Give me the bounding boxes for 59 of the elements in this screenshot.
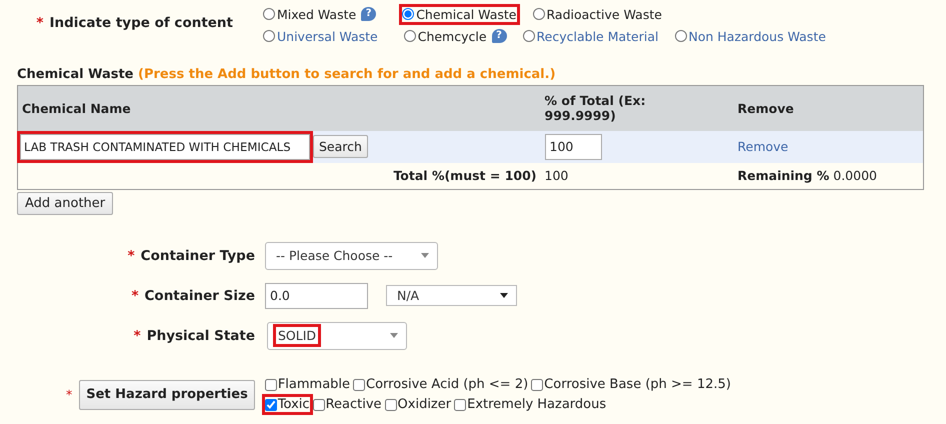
checkbox-label[interactable]: Reactive bbox=[326, 397, 382, 412]
checkbox[interactable] bbox=[264, 378, 277, 390]
option-label[interactable]: Chemical Waste bbox=[416, 6, 516, 22]
required-mark: * bbox=[36, 15, 44, 31]
required-mark: * bbox=[66, 387, 72, 402]
radio-button[interactable] bbox=[263, 8, 275, 20]
add-another-button[interactable]: Add another bbox=[17, 192, 114, 215]
set-hazard-properties-button[interactable]: Set Hazard properties bbox=[79, 380, 255, 410]
percent-field[interactable]: 100 bbox=[544, 134, 602, 160]
option-label[interactable]: Mixed Waste bbox=[277, 6, 356, 22]
checkbox-label[interactable]: Flammable bbox=[278, 377, 350, 392]
checkbox[interactable] bbox=[353, 378, 366, 390]
field-label: Container Size bbox=[144, 288, 255, 304]
caret-icon bbox=[390, 333, 398, 338]
caret-icon bbox=[421, 253, 429, 258]
option-link[interactable]: Universal Waste bbox=[277, 28, 378, 44]
required-mark: * bbox=[134, 328, 141, 344]
radio-button[interactable] bbox=[674, 30, 686, 42]
checkbox-label[interactable]: Extremely Hazardous bbox=[467, 397, 606, 412]
remove-link[interactable]: Remove bbox=[738, 139, 788, 154]
search-button[interactable]: Search bbox=[313, 134, 368, 158]
column-header: % of Total (Ex: 999.9999) bbox=[544, 93, 647, 124]
option-label[interactable]: Chemcycle bbox=[418, 28, 487, 44]
checkbox[interactable] bbox=[384, 398, 397, 410]
remaining-text: Remaining % 0.0000 bbox=[738, 168, 877, 184]
checkbox-label[interactable]: Corrosive Base (ph >= 12.5) bbox=[544, 377, 731, 392]
checkbox-label[interactable]: Corrosive Acid (ph <= 2) bbox=[366, 377, 528, 392]
checkbox-label[interactable]: Toxic bbox=[278, 397, 310, 412]
checkbox-label[interactable]: Oxidizer bbox=[398, 397, 452, 412]
help-icon[interactable]: ? bbox=[492, 29, 507, 43]
total-label: Total %(must = 100) bbox=[393, 168, 536, 184]
checkbox[interactable] bbox=[312, 398, 325, 410]
radio-button[interactable] bbox=[263, 30, 275, 42]
option-link[interactable]: Non Hazardous Waste bbox=[688, 28, 826, 44]
option-link[interactable]: Recyclable Material bbox=[536, 28, 658, 44]
unit-dropdown[interactable]: N/A bbox=[386, 285, 517, 306]
help-icon[interactable]: ? bbox=[361, 7, 376, 21]
radio-button[interactable] bbox=[402, 8, 414, 20]
field-label: Physical State bbox=[146, 328, 255, 344]
total-value: 100 bbox=[544, 168, 568, 184]
size-field[interactable]: 0.0 bbox=[265, 282, 368, 308]
column-header: Remove bbox=[738, 100, 794, 116]
field-label: Container Type bbox=[140, 248, 255, 264]
column-header: Chemical Name bbox=[22, 100, 131, 116]
dropdown[interactable]: SOLID bbox=[267, 322, 407, 350]
required-mark: * bbox=[128, 248, 135, 264]
radio-button[interactable] bbox=[404, 30, 416, 42]
checkbox[interactable] bbox=[454, 398, 466, 410]
dropdown[interactable]: -- Please Choose -- bbox=[265, 242, 438, 270]
caret-icon bbox=[500, 293, 508, 298]
checkbox[interactable] bbox=[531, 378, 544, 390]
option-label[interactable]: Radioactive Waste bbox=[546, 6, 662, 22]
section-title: Chemical Waste bbox=[17, 67, 134, 82]
section-hint: (Press the Add button to search for and add a chemical.) bbox=[138, 67, 556, 82]
radio-button[interactable] bbox=[532, 8, 544, 20]
required-mark: * bbox=[131, 288, 139, 304]
checkbox[interactable] bbox=[264, 398, 277, 410]
radio-button[interactable] bbox=[522, 30, 535, 42]
field-label: Indicate type of content bbox=[49, 15, 233, 31]
